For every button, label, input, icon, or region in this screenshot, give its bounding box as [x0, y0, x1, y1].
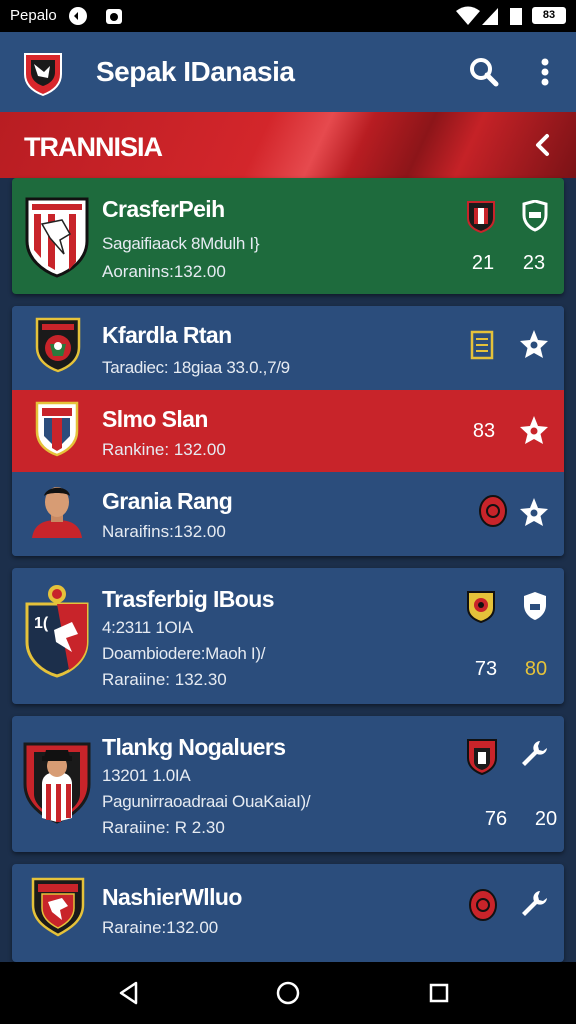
card-ranking: Rankine: 132.00 — [102, 440, 226, 459]
club-crest-icon — [35, 401, 79, 457]
app-bar: Sepak IDanasia — [0, 32, 576, 112]
club-crest-icon: 1( — [25, 585, 89, 678]
app-notification-icon — [106, 9, 122, 24]
battery-indicator: 83 — [532, 7, 566, 24]
home-circle-icon[interactable] — [273, 978, 303, 1008]
status-bar: Pepalo 83 — [0, 0, 576, 32]
notification-icon — [69, 7, 87, 25]
card-stat-2: 23 — [522, 252, 546, 274]
mini-crest-icon — [467, 201, 495, 234]
avatar — [32, 487, 82, 538]
list-item[interactable]: Slmo Slan Rankine: 132.00 83 — [12, 390, 564, 472]
wrench-icon[interactable] — [518, 738, 550, 770]
club-logo-icon — [24, 53, 62, 96]
transfer-card[interactable]: NashierWlluo Raraine:132.00 — [12, 864, 564, 962]
card-title: CrasferPeih — [102, 196, 225, 222]
section-banner: TRANNISIA — [0, 112, 576, 178]
star-icon[interactable] — [518, 328, 550, 360]
card-ranking: Raraine:132.00 — [102, 918, 219, 937]
target-icon — [469, 889, 497, 921]
back-chevron-icon[interactable] — [528, 130, 558, 160]
player-group-card: Kfardla Rtan Taradiec: 18giaa 33.0.,7/9 … — [12, 306, 564, 556]
card-stat-1: 83 — [472, 420, 496, 442]
card-ranking: Raraiine: R 2.30 — [102, 818, 225, 837]
card-ranking: Naraifins:132.00 — [102, 522, 226, 541]
star-icon[interactable] — [518, 496, 550, 528]
mini-crest-icon — [467, 739, 497, 776]
card-stat-1: 21 — [471, 252, 495, 274]
shield-icon[interactable] — [520, 200, 550, 232]
card-title: Tlankg Nogaluers — [102, 734, 286, 760]
card-subtitle: 4:2311 1OIA — [102, 618, 193, 637]
svg-text:1(: 1( — [34, 615, 49, 632]
search-icon[interactable] — [466, 54, 502, 90]
card-title: Kfardla Rtan — [102, 322, 232, 348]
card-title: Grania Rang — [102, 488, 233, 514]
wrench-icon[interactable] — [518, 888, 550, 920]
transfer-card[interactable]: CrasferPeih Sagaifiaack 8Mdulh I} Aorani… — [12, 178, 564, 294]
transfer-card[interactable]: Tlankg Nogaluers 13201 1.0IA Pagunirraoa… — [12, 716, 564, 852]
shield-icon[interactable] — [520, 590, 550, 622]
star-icon[interactable] — [518, 414, 550, 446]
card-subtitle: Taradiec: 18giaa 33.0.,7/9 — [102, 358, 290, 377]
card-stat-2: 80 — [524, 658, 548, 680]
wifi-icon — [456, 6, 480, 25]
target-icon — [479, 495, 507, 527]
notes-icon — [470, 330, 494, 360]
card-ranking: Raraiine: 132.30 — [102, 670, 227, 689]
carrier-label: Pepalo — [10, 7, 57, 24]
banner-title: TRANNISIA — [24, 132, 163, 162]
club-crest-icon — [35, 317, 81, 373]
list-item[interactable]: Kfardla Rtan Taradiec: 18giaa 33.0.,7/9 — [12, 306, 564, 390]
system-nav-bar — [0, 962, 576, 1024]
back-triangle-icon[interactable] — [114, 978, 144, 1008]
recents-square-icon[interactable] — [424, 978, 454, 1008]
card-ranking: Aoranins:132.00 — [102, 262, 226, 281]
club-crest-icon — [31, 877, 85, 937]
card-subtitle-2: Doambiodere:Maoh I)/ — [102, 644, 266, 663]
card-stat-1: 76 — [484, 808, 508, 830]
list-item[interactable]: Grania Rang Naraifins:132.00 — [12, 472, 564, 556]
club-crest-icon — [23, 742, 91, 824]
card-stat-1: 73 — [474, 658, 498, 680]
card-title: Slmo Slan — [102, 406, 208, 432]
card-subtitle: 13201 1.0IA — [102, 766, 191, 785]
overflow-menu-icon[interactable] — [528, 54, 562, 90]
card-stat-2: 20 — [534, 808, 558, 830]
club-crest-icon — [25, 197, 89, 278]
app-title: Sepak IDanasia — [96, 56, 295, 87]
transfer-card[interactable]: 1( Trasferbig IBous 4:2311 1OIA Doambiod… — [12, 568, 564, 704]
card-title: NashierWlluo — [102, 884, 242, 910]
sim-icon — [510, 8, 522, 25]
signal-icon — [482, 8, 498, 25]
card-subtitle: Sagaifiaack 8Mdulh I} — [102, 234, 260, 253]
card-title: Trasferbig IBous — [102, 586, 274, 612]
mini-crest-icon — [467, 591, 495, 624]
card-subtitle-2: Pagunirraoadraai OuaKaiaI)/ — [102, 792, 311, 811]
